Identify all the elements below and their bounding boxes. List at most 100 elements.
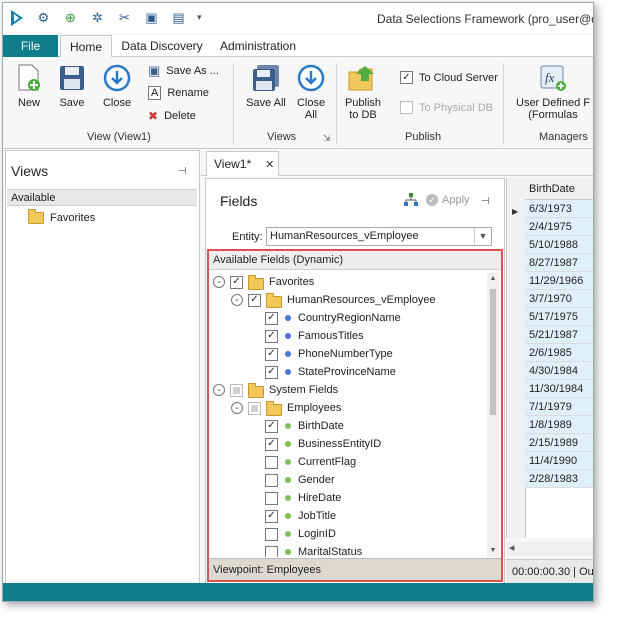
tab-view1[interactable]: View1* ✕ (206, 151, 279, 176)
checkbox-checked-icon[interactable]: ✓ (265, 509, 278, 523)
delete-button[interactable]: ✖ Delete (148, 109, 196, 123)
close-all-button[interactable]: Close All (293, 63, 329, 121)
table-row[interactable]: 11/30/1984 (525, 380, 593, 398)
save-icon[interactable]: ▣ (143, 9, 160, 26)
close-icon[interactable]: ✕ (265, 158, 274, 171)
apply-button[interactable]: ✓ Apply (426, 194, 470, 206)
checkbox-partial-icon[interactable] (230, 383, 243, 397)
expand-collapse-icon[interactable]: ⌄ (231, 402, 243, 414)
table-row[interactable]: 6/3/1973 (525, 200, 593, 218)
table-row[interactable]: 4/30/1984 (525, 362, 593, 380)
checkbox-unchecked-icon (400, 101, 413, 114)
checkbox-checked-icon[interactable]: ✓ (248, 293, 261, 307)
new-button[interactable]: New (9, 63, 49, 109)
tree-field-node[interactable]: ✓ BirthDate (265, 417, 344, 435)
chevron-down-icon[interactable]: ▼ (474, 228, 491, 245)
entity-value: HumanResources_vEmployee (270, 230, 419, 242)
pin-icon[interactable]: ⊣ (178, 166, 187, 177)
views-favorites-item[interactable]: Favorites (28, 209, 95, 224)
tree-scrollbar[interactable]: ▲ ▼ (487, 273, 499, 557)
expand-collapse-icon[interactable]: ⌄ (213, 276, 225, 288)
fields-tree: ⌄ ✓ Favorites ⌄ ✓ HumanResources_vEmployee ✓ Co… (209, 273, 487, 557)
table-row[interactable]: 11/29/1966 (525, 272, 593, 290)
tab-administration[interactable]: Administration (213, 35, 303, 56)
checkbox-checked-icon[interactable]: ✓ (230, 275, 243, 289)
tree-field-node[interactable]: ✓ BusinessEntityID (265, 435, 381, 453)
table-row[interactable]: 5/17/1975 (525, 308, 593, 326)
expand-collapse-icon[interactable]: ⌄ (213, 384, 225, 396)
tab-data-discovery[interactable]: Data Discovery (115, 35, 209, 56)
table-row[interactable]: 2/6/1985 (525, 344, 593, 362)
to-physical-db-checkbox[interactable]: To Physical DB (400, 101, 493, 114)
checkbox-checked-icon[interactable]: ✓ (265, 437, 278, 451)
tree-field-node[interactable]: ✓ StateProvinceName (265, 363, 396, 381)
tree-field-node[interactable]: ✓ PhoneNumberType (265, 345, 393, 363)
table-row[interactable]: 1/8/1989 (525, 416, 593, 434)
current-row-arrow-icon: ▶ (512, 207, 519, 216)
checkbox-checked-icon[interactable]: ✓ (265, 365, 278, 379)
checkbox-checked-icon[interactable]: ✓ (265, 347, 278, 361)
save-as-button[interactable]: ▣ Save As ... (148, 63, 219, 79)
checkbox-checked-icon[interactable]: ✓ (265, 329, 278, 343)
scroll-left-icon[interactable]: ◀ (509, 544, 514, 552)
checkbox-unchecked-icon[interactable] (265, 527, 278, 541)
table-row[interactable]: 8/27/1987 (525, 254, 593, 272)
checkbox-unchecked-icon[interactable] (265, 545, 278, 557)
publish-to-db-button[interactable]: Publish to DB (341, 63, 385, 121)
tree-field-node[interactable]: CurrentFlag (265, 453, 356, 471)
tree-folder-node[interactable]: ⌄ ✓ Favorites (213, 273, 314, 291)
grid-column-header-birthdate[interactable]: BirthDate (525, 178, 593, 200)
tree-field-node[interactable]: MaritalStatus (265, 543, 362, 557)
rename-button[interactable]: A Rename (148, 86, 209, 100)
tree-folder-node[interactable]: ⌄ System Fields (213, 381, 338, 399)
tree-field-node[interactable]: HireDate (265, 489, 341, 507)
folder-icon (266, 400, 282, 416)
table-row[interactable]: 2/15/1989 (525, 434, 593, 452)
pin-icon[interactable]: ⊣ (481, 196, 490, 207)
checkbox-unchecked-icon[interactable] (265, 473, 278, 487)
tree-node-label: MaritalStatus (298, 546, 363, 557)
checkbox-checked-icon[interactable]: ✓ (265, 311, 278, 325)
to-cloud-server-checkbox[interactable]: ✓ To Cloud Server (400, 71, 498, 84)
scroll-up-icon[interactable]: ▲ (487, 273, 499, 285)
tab-home[interactable]: Home (60, 35, 112, 58)
table-row[interactable]: 2/28/1983 (525, 470, 593, 488)
hierarchy-icon[interactable] (404, 193, 418, 210)
tree-field-node[interactable]: ✓ CountryRegionName (265, 309, 401, 327)
tree-node-label: BusinessEntityID (298, 438, 382, 450)
tree-folder-node[interactable]: ⌄ ✓ HumanResources_vEmployee (231, 291, 436, 309)
gears-icon[interactable]: ✲ (89, 9, 106, 26)
save-button[interactable]: Save (53, 63, 91, 109)
table-row[interactable]: 5/10/1988 (525, 236, 593, 254)
grid-horizontal-scrollbar[interactable]: ◀ (506, 542, 593, 556)
checkbox-unchecked-icon[interactable] (265, 455, 278, 469)
app-window: ⚙ ⊕ ✲ ✂ ▣ ▤ ▾ Data Selections Framework … (2, 2, 594, 602)
save-all-button[interactable]: Save All (239, 63, 293, 109)
add-green-icon[interactable]: ⊕ (62, 9, 79, 26)
tools-icon[interactable]: ✂ (116, 9, 133, 26)
tree-folder-node[interactable]: ⌄ Employees (231, 399, 341, 417)
close-button[interactable]: Close (97, 63, 137, 109)
tab-file[interactable]: File (3, 35, 58, 57)
checkbox-unchecked-icon[interactable] (265, 491, 278, 505)
dialog-launcher-icon[interactable]: ⇲ (323, 133, 331, 144)
table-row[interactable]: 5/21/1987 (525, 326, 593, 344)
checkbox-partial-icon[interactable] (248, 401, 261, 415)
tree-field-node[interactable]: ✓ JobTitle (265, 507, 336, 525)
table-row[interactable]: 7/1/1979 (525, 398, 593, 416)
wrench-gear-icon[interactable]: ⚙ (35, 9, 52, 26)
table-row[interactable]: 11/4/1990 (525, 452, 593, 470)
entity-select[interactable]: HumanResources_vEmployee ▼ (266, 227, 492, 246)
checkbox-checked-icon[interactable]: ✓ (265, 419, 278, 433)
table-row[interactable]: 2/4/1975 (525, 218, 593, 236)
table-row[interactable]: 3/7/1970 (525, 290, 593, 308)
save-all-icon[interactable]: ▤ (170, 9, 187, 26)
tree-field-node[interactable]: ✓ FamousTitles (265, 327, 364, 345)
scroll-thumb[interactable] (490, 289, 496, 415)
expand-collapse-icon[interactable]: ⌄ (231, 294, 243, 306)
scroll-down-icon[interactable]: ▼ (487, 545, 499, 557)
user-defined-formulas-button[interactable]: fx User Defined F (Formulas (513, 63, 593, 121)
tree-field-node[interactable]: Gender (265, 471, 335, 489)
tree-field-node[interactable]: LoginID (265, 525, 336, 543)
customize-toolbar-chevron-icon[interactable]: ▾ (197, 9, 207, 26)
